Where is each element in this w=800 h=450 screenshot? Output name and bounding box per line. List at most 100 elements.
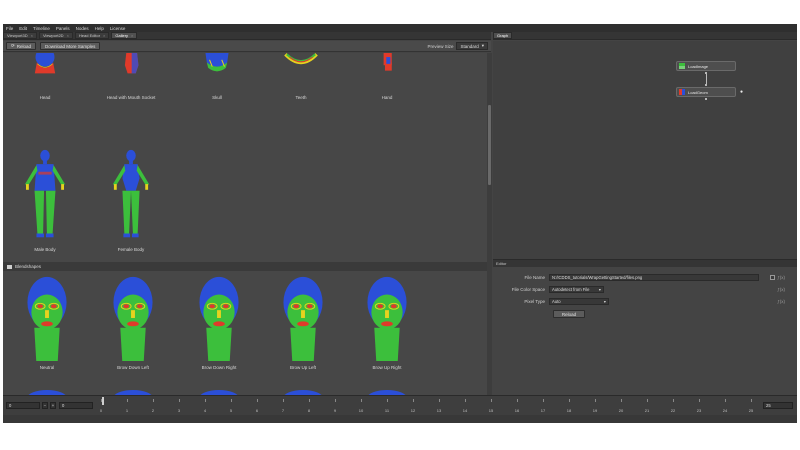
timeline-tick: [751, 399, 752, 402]
close-icon[interactable]: ×: [31, 33, 33, 38]
output-port[interactable]: [705, 98, 707, 100]
timeline-tick-label: 15: [488, 408, 494, 413]
playhead[interactable]: [102, 397, 104, 405]
browse-checkbox[interactable]: [770, 274, 775, 280]
color-space-select[interactable]: Autodetect from File ▾: [549, 285, 604, 293]
tab-label: Graph: [497, 33, 509, 38]
menu-help[interactable]: Help: [95, 26, 104, 31]
right-tab-bar: Graph: [493, 32, 797, 40]
timeline-tick-label: 23: [696, 408, 702, 413]
input-port[interactable]: [705, 84, 707, 86]
gallery-item-brow-down-left[interactable]: Brow Down Left: [93, 273, 173, 370]
timeline-tick: [361, 399, 362, 402]
gallery-item-male-body[interactable]: Male Body: [5, 148, 85, 252]
gallery-item-brow-up-right[interactable]: Brow Up Right: [347, 273, 427, 370]
brow-down-right-thumbnail: [199, 276, 239, 361]
close-icon[interactable]: ×: [67, 33, 69, 38]
item-caption: Head with Mouth Socket: [106, 95, 156, 100]
tab-head-editor[interactable]: Head Editor ×: [74, 32, 110, 39]
scrollbar-thumb[interactable]: [488, 105, 491, 185]
preview-size-value: Standard: [460, 43, 479, 49]
menu-edit[interactable]: Edit: [19, 26, 27, 31]
timeline-tick: [413, 399, 414, 402]
menu-panels[interactable]: Panels: [56, 26, 70, 31]
file-name-input[interactable]: N:/ICDDS_tutorials/WrapGettingStarted/fi…: [549, 273, 759, 281]
tab-viewport3d[interactable]: Viewport3D ×: [3, 32, 37, 39]
timeline-tick: [569, 399, 570, 402]
timeline-tick-label: 25: [748, 408, 754, 413]
pixel-type-select[interactable]: Auto ▾: [549, 297, 609, 305]
timeline-tick: [231, 399, 232, 402]
timeline-tick: [179, 399, 180, 402]
gallery-item-teeth[interactable]: Teeth: [261, 53, 341, 100]
menu-bar: File Edit Timeline Panels Nodes Help Lic…: [3, 24, 797, 32]
timeline-current-input[interactable]: 0: [59, 402, 93, 409]
reload-button[interactable]: ⟳ Reload: [6, 42, 37, 50]
timeline-tick-label: 10: [358, 408, 364, 413]
menu-file[interactable]: File: [6, 26, 13, 31]
preview-size-select[interactable]: Standard ▾: [456, 42, 488, 50]
close-icon[interactable]: ×: [103, 33, 105, 38]
timeline-end-input[interactable]: 25: [763, 402, 793, 409]
head-mouth-thumbnail: [124, 53, 139, 74]
editor-panel: File Name N:/ICDDS_tutorials/WrapGetting…: [493, 267, 797, 395]
menu-nodes[interactable]: Nodes: [76, 26, 89, 31]
gallery-item-head-mouth[interactable]: Head with Mouth Socket: [91, 53, 171, 100]
timeline-spin-up[interactable]: +: [50, 402, 56, 409]
editor-reload-button[interactable]: Reload: [553, 310, 585, 318]
gallery-item-skull[interactable]: Skull: [177, 53, 257, 100]
visibility-icon[interactable]: ●: [740, 89, 743, 95]
timeline-spin-down[interactable]: −: [42, 402, 48, 409]
timeline-tick: [517, 399, 518, 402]
gallery-item-brow-down-right[interactable]: Brow Down Right: [179, 273, 259, 370]
menu-license[interactable]: License: [110, 26, 126, 31]
timeline-start-input[interactable]: 0: [6, 402, 40, 409]
gallery-scrollbar[interactable]: [487, 53, 492, 395]
gallery-item-female-body[interactable]: Female Body: [91, 148, 171, 252]
tab-editor[interactable]: Editor: [496, 261, 506, 266]
tab-graph[interactable]: Graph: [493, 32, 513, 39]
gallery-item-neutral[interactable]: Neutral: [7, 273, 87, 370]
blendshapes-section-header[interactable]: Blendshapes: [3, 262, 487, 271]
pixel-type-value: Auto: [552, 298, 561, 304]
refresh-icon: ⟳: [11, 43, 15, 48]
timeline-tick: [543, 399, 544, 402]
tab-label: Viewport2D: [42, 33, 64, 38]
gallery-item-head[interactable]: Head: [5, 53, 85, 100]
menu-timeline[interactable]: Timeline: [33, 26, 50, 31]
expression-icon[interactable]: ƒ(x): [777, 287, 785, 292]
pixel-type-label: Pixel Type: [524, 298, 545, 304]
node-load-image[interactable]: LoadImage: [676, 61, 736, 71]
timeline-ruler[interactable]: 0 1 2 3 4 5 6 7 8 9 10 11 12 13 14 15 16 17 18 19 20 21 22 23 24…: [100, 399, 757, 413]
download-samples-button[interactable]: Download More Samples: [40, 42, 101, 50]
current-value: 0: [62, 403, 65, 408]
timeline-tick-label: 16: [514, 408, 520, 413]
minus-icon: −: [43, 403, 47, 408]
close-icon[interactable]: ×: [131, 33, 133, 38]
timeline-tick-label: 18: [566, 408, 572, 413]
gallery-item-brow-up-left[interactable]: Brow Up Left: [263, 273, 343, 370]
node-load-geom[interactable]: LoadGeom: [676, 87, 736, 97]
color-space-value: Autodetect from File: [552, 286, 590, 292]
file-name-value: N:/ICDDS_tutorials/WrapGettingStarted/fi…: [552, 274, 643, 280]
tab-gallery[interactable]: Gallery ×: [111, 32, 138, 39]
chevron-down-icon: ▾: [481, 43, 484, 48]
item-caption: Head: [39, 95, 51, 100]
tab-viewport2d[interactable]: Viewport2D ×: [38, 32, 73, 39]
end-value: 25: [766, 403, 771, 408]
timeline-tick-label: 2: [151, 408, 155, 413]
gallery-item-hand[interactable]: Hand: [347, 53, 427, 100]
chevron-down-icon: ▾: [603, 298, 606, 304]
timeline-tick-label: 11: [384, 408, 390, 413]
expression-icon[interactable]: ƒ(x): [777, 299, 785, 304]
timeline-bar: 0 − + 0 0 1 2 3 4 5 6 7 8 9 10 11 12 13 14 15 16 17 18 19 20…: [3, 395, 797, 415]
editor-tab-bar: Editor: [493, 259, 797, 267]
timeline-tick-label: 24: [722, 408, 728, 413]
node-label: LoadGeom: [688, 89, 708, 95]
graph-panel[interactable]: LoadImage LoadGeom ●: [493, 41, 797, 259]
timeline-tick-label: 19: [592, 408, 598, 413]
timeline-tick: [699, 399, 700, 402]
head-thumbnail: [34, 53, 56, 74]
timeline-tick: [335, 399, 336, 402]
expression-icon[interactable]: ƒ(x): [777, 275, 785, 280]
